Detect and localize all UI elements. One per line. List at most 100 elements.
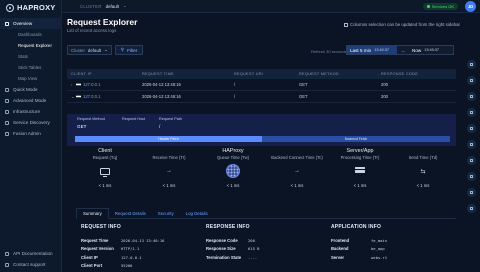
info-value: webs-r1 xyxy=(371,254,388,260)
cell-response-code: 200 xyxy=(381,94,388,99)
info-icon xyxy=(343,22,348,27)
client-ip-link[interactable]: 127.0.0.1 xyxy=(83,82,100,87)
sidebar-item-advanced-mode[interactable]: Advanced Mode xyxy=(0,95,62,106)
sidebar-nav: Overview Dashboards Request Explorer Sta… xyxy=(0,18,62,139)
brand[interactable]: HAPROXY xyxy=(6,3,56,12)
cell-request-method: GET xyxy=(299,82,308,87)
client-ip-link[interactable]: 127.0.0.1 xyxy=(83,94,100,99)
cluster-filter-label: Cluster xyxy=(71,47,85,53)
info-row: Server webs-r1 xyxy=(331,253,387,262)
info-key: Request Time xyxy=(81,237,109,243)
columns-icon[interactable] xyxy=(467,60,476,69)
range-start-label: Last 5 min xyxy=(350,47,372,53)
flow-haproxy: HAProxy Queue Time (Tw) < 1 ms xyxy=(203,148,263,188)
share-icon[interactable] xyxy=(467,172,476,181)
table-header: CLIENT IP REQUEST TIME REQUEST URI REQUE… xyxy=(67,69,456,79)
cluster-filter-select[interactable]: Cluster default ⌄ xyxy=(67,45,112,55)
flag-icon xyxy=(76,82,81,87)
chevron-down-icon[interactable]: ⌄ xyxy=(123,3,127,9)
chat-icon xyxy=(5,262,9,267)
help-icon[interactable] xyxy=(467,140,476,149)
info-key: Request Version xyxy=(81,246,114,252)
sidebar-item-label: Fusion Admin xyxy=(13,131,41,136)
info-icon[interactable] xyxy=(467,188,476,197)
sidebar-item-request-explorer[interactable]: Request Explorer xyxy=(0,40,62,51)
info-key: Response Code xyxy=(206,237,238,243)
time-range-picker[interactable]: Last 5 min 13:40:37 → Now 13:45:37 xyxy=(346,45,454,55)
status-dot-icon xyxy=(426,5,430,8)
sidebar-item-label: Stats xyxy=(18,54,29,59)
timing-waterfall: Header Fetch Backend Fetch xyxy=(75,136,450,142)
sidebar-item-label: Infrastructure xyxy=(13,109,41,114)
status-badge[interactable]: Services OK xyxy=(422,3,458,10)
waterfall-segment-header[interactable]: Header Fetch xyxy=(75,136,262,142)
cluster-filter-value: default xyxy=(87,47,102,53)
flow-send: Send Time (Td) ⇆ < 1 ms xyxy=(393,148,453,188)
sidebar-item-label: Contact support xyxy=(13,262,46,267)
table-row[interactable]: ⌄ 127.0.0.1 2026-04-13 13:46:16 / GET 20… xyxy=(67,91,456,103)
tab-log-details[interactable]: Log Details xyxy=(180,211,214,218)
sidebar-item-dashboards[interactable]: Dashboards xyxy=(0,29,62,40)
flow-node-ms: < 1 ms xyxy=(353,183,367,188)
sidebar-item-map-view[interactable]: Map View xyxy=(0,73,62,84)
tab-summary[interactable]: Summary xyxy=(76,208,109,219)
section-title: APPLICATION INFO xyxy=(331,224,382,230)
avatar[interactable]: JD xyxy=(465,1,476,12)
filter-button[interactable]: ⚲ Filter xyxy=(114,45,144,55)
tab-request-details[interactable]: Request Details xyxy=(109,211,152,218)
info-value: ---- xyxy=(248,254,258,260)
detail-label: Request Host xyxy=(122,117,146,121)
range-end[interactable]: Now 13:45:37 xyxy=(409,48,453,53)
sidebar-item-stats[interactable]: Stats xyxy=(0,51,62,62)
header-response-code[interactable]: RESPONSE CODE xyxy=(381,72,456,76)
sidebar-item-contact-support[interactable]: Contact support xyxy=(0,259,62,270)
info-value: 615 B xyxy=(248,246,260,252)
sidebar-item-overview[interactable]: Overview xyxy=(0,18,62,29)
flow-node-ms: < 1 ms xyxy=(226,183,240,188)
compass-icon xyxy=(5,120,9,125)
expand-icon[interactable] xyxy=(467,204,476,213)
cluster-selector[interactable]: default xyxy=(106,4,119,9)
settings-icon[interactable] xyxy=(467,124,476,133)
server-icon xyxy=(355,166,365,176)
table-row[interactable]: › 127.0.0.1 2026-04-13 13:46:16 / GET 20… xyxy=(67,79,456,91)
detail-request-path: Request Path / xyxy=(159,117,182,129)
detail-label: Request Method xyxy=(77,117,105,121)
info-key: Frontend xyxy=(331,237,350,243)
history-icon[interactable] xyxy=(467,156,476,165)
sidebar-item-api-docs[interactable]: API Documentation xyxy=(0,248,62,259)
header-client-ip[interactable]: CLIENT IP xyxy=(67,72,142,76)
chart-icon[interactable] xyxy=(467,92,476,101)
detail-label: Request Path xyxy=(159,117,183,121)
range-start[interactable]: Last 5 min 13:40:37 xyxy=(347,46,397,54)
flow-node-sub: Receive Time (Tr) xyxy=(152,155,186,160)
section-title: RESPONSE INFO xyxy=(206,224,250,230)
sidebar-item-infrastructure[interactable]: Infrastructure xyxy=(0,106,62,117)
waterfall-segment-backend[interactable]: Backend Fetch xyxy=(262,136,450,142)
sidebar-item-fusion-admin[interactable]: Fusion Admin xyxy=(0,128,62,139)
header-request-method[interactable]: REQUEST METHOD xyxy=(299,72,381,76)
right-rail xyxy=(467,60,476,220)
sidebar-item-quick-mode[interactable]: Quick Mode xyxy=(0,84,62,95)
sidebar-item-label: Dashboards xyxy=(18,32,42,37)
download-icon[interactable] xyxy=(467,108,476,117)
filter-icon[interactable] xyxy=(467,76,476,85)
chevron-right-icon[interactable]: › xyxy=(71,82,74,87)
flow-server: Server/App Processing Time (Tr) < 1 ms xyxy=(330,148,390,188)
header-request-time[interactable]: REQUEST TIME xyxy=(142,72,234,76)
book-icon xyxy=(5,251,9,256)
flow-receive: Receive Time (Tr) → < 1 ms xyxy=(139,148,199,188)
swap-arrows-icon: ⇆ xyxy=(420,168,426,175)
filter-button-label: Filter xyxy=(127,47,138,53)
cell-client-ip: › 127.0.0.1 xyxy=(67,82,142,87)
cell-request-time: 2026-04-13 13:46:16 xyxy=(142,82,181,87)
tab-security[interactable]: Security xyxy=(152,211,180,218)
detail-request-method: Request Method GET xyxy=(77,117,105,129)
sidebar-item-service-discovery[interactable]: Service Discovery xyxy=(0,117,62,128)
chevron-down-icon[interactable]: ⌄ xyxy=(71,94,74,99)
sidebar-item-stick-tables[interactable]: Stick Tables xyxy=(0,62,62,73)
haproxy-globe-icon xyxy=(226,164,240,178)
header-request-uri[interactable]: REQUEST URI xyxy=(234,72,299,76)
cell-request-uri: / xyxy=(234,94,236,99)
cluster-label: CLUSTER xyxy=(80,3,102,9)
